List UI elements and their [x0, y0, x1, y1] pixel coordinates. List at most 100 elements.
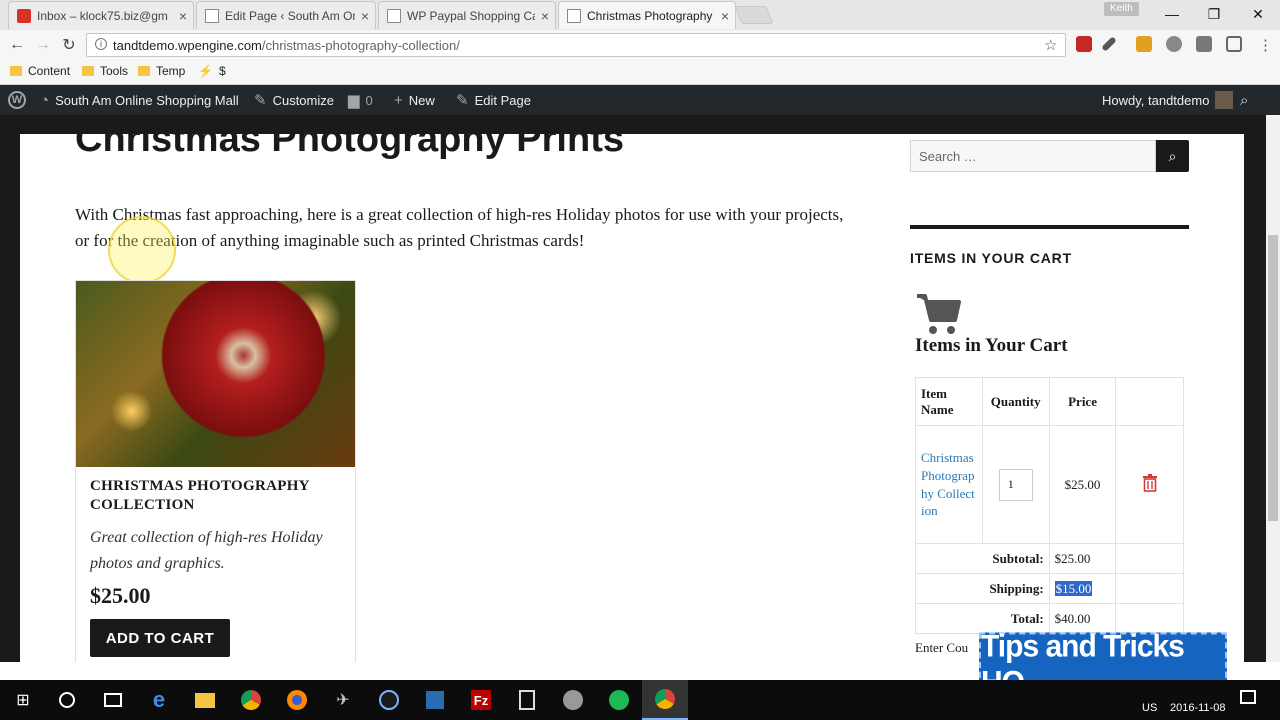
table-header-row: Item Name Quantity Price [915, 377, 1184, 426]
sidebar-divider [910, 225, 1189, 229]
tray-language[interactable]: US [1142, 702, 1157, 714]
wp-admin-bar: W ◔ South Am Online Shopping Mall ✎ Custom… [0, 85, 1280, 115]
coupon-label: Enter Cou [915, 640, 969, 655]
info-icon[interactable]: i [95, 38, 107, 50]
address-bar[interactable]: i tandtdemo.wpengine.com/christmas-photo… [86, 33, 1066, 57]
minimize-icon[interactable]: — [1150, 0, 1194, 28]
brush-icon: ✎ [254, 92, 267, 109]
calculator-icon[interactable] [504, 680, 550, 720]
menu-icon[interactable]: ⋮ [1258, 36, 1273, 54]
cart-table: Item Name Quantity Price Christmas Photo… [915, 377, 1184, 634]
subtotal-value: $25.00 [1048, 543, 1117, 574]
pencil-icon: ✎ [456, 92, 469, 109]
app-icon[interactable]: ✈ [320, 680, 366, 720]
close-window-icon[interactable]: ✕ [1236, 0, 1280, 28]
back-icon[interactable]: ← [6, 34, 28, 56]
folder-icon [138, 66, 150, 76]
product-description: Great collection of high-res Holiday pho… [90, 529, 323, 572]
tab-inbox[interactable]: Inbox – klock75.biz@gm × [8, 1, 194, 29]
rss-icon[interactable] [1136, 36, 1152, 52]
bookmark-dollar[interactable]: ⚡ $ [198, 64, 226, 78]
extension-icon[interactable] [1076, 36, 1092, 52]
task-view-icon[interactable] [90, 680, 136, 720]
page-content: Christmas Photography Prints With Christ… [20, 134, 1244, 662]
edge-icon[interactable]: e [136, 680, 182, 720]
bookmark-tools[interactable]: Tools [82, 64, 128, 78]
add-to-cart-button[interactable]: ADD TO CART [90, 619, 230, 657]
cart-heading: Items in Your Cart [915, 335, 1068, 356]
bolt-icon: ⚡ [198, 64, 213, 78]
tab-wp-paypal[interactable]: WP Paypal Shopping Car × [378, 1, 556, 29]
tab-title: WP Paypal Shopping Car [407, 8, 535, 23]
shipping-value: $15.00 [1054, 580, 1093, 596]
new-tab-button[interactable] [734, 6, 774, 24]
page-icon [387, 8, 401, 23]
table-row: Christmas Photography Collection 1 $25.0… [915, 425, 1184, 544]
filezilla-icon[interactable]: Fz [458, 680, 504, 720]
tab-edit-page[interactable]: Edit Page ‹ South Am On × [196, 1, 376, 29]
close-icon[interactable]: × [541, 8, 549, 24]
dashboard-icon: ◔ [40, 91, 50, 109]
admin-search-icon[interactable]: ⌕ [1240, 85, 1248, 115]
close-icon[interactable]: × [179, 8, 187, 24]
spotify-icon[interactable] [596, 680, 642, 720]
admin-customize[interactable]: ✎ Customize [254, 85, 334, 115]
cortana-icon[interactable] [44, 680, 90, 720]
search-input[interactable]: Search … [910, 140, 1156, 172]
bookmark-content[interactable]: Content [10, 64, 70, 78]
quantity-input[interactable]: 1 [998, 468, 1033, 501]
start-icon[interactable]: ⊞ [0, 680, 46, 720]
firefox-icon[interactable] [274, 680, 320, 720]
profile-badge[interactable]: Keith [1104, 2, 1139, 16]
extension-icon[interactable] [1166, 36, 1182, 52]
scrollbar-thumb[interactable] [1268, 235, 1278, 521]
forward-icon[interactable]: → [32, 34, 54, 56]
app-icon[interactable] [412, 680, 458, 720]
chrome-icon[interactable] [228, 680, 274, 720]
app-icon[interactable] [366, 680, 412, 720]
subtotal-label: Subtotal: [915, 543, 1050, 574]
admin-site-name[interactable]: ◔ South Am Online Shopping Mall [40, 85, 239, 115]
admin-new[interactable]: + New [394, 85, 435, 115]
bookmark-temp[interactable]: Temp [138, 64, 185, 78]
column-header: Item Name [915, 377, 983, 426]
close-icon[interactable]: × [361, 8, 369, 24]
tab-title: Christmas Photography P [587, 8, 715, 23]
column-header: Quantity [981, 377, 1050, 426]
tab-title: Inbox – klock75.biz@gm [37, 8, 168, 23]
product-name[interactable]: CHRISTMAS PHOTOGRAPHY COLLECTION [90, 477, 340, 515]
chrome-active-icon[interactable] [642, 680, 688, 720]
product-card: CHRISTMAS PHOTOGRAPHY COLLECTION Great c… [75, 280, 356, 662]
admin-edit-page[interactable]: ✎ Edit Page [456, 85, 531, 115]
app-icon[interactable] [550, 680, 596, 720]
bookmarks-bar: Content Tools Temp ⚡ $ [0, 60, 1280, 85]
plus-icon: + [394, 91, 403, 109]
tray-clock[interactable]: 2016-11-08 [1170, 702, 1225, 714]
reload-icon[interactable]: ↻ [58, 34, 80, 56]
remove-item-button[interactable] [1115, 425, 1184, 544]
url-path: /christmas-photography-collection/ [261, 37, 460, 53]
product-price: $25.00 [90, 583, 151, 608]
close-icon[interactable]: × [721, 8, 729, 24]
bookmark-star-icon[interactable]: ☆ [1044, 36, 1057, 54]
shopping-cart-icon [917, 294, 961, 334]
search-icon: ⌕ [1168, 147, 1177, 164]
gmail-icon [17, 8, 31, 23]
wp-logo-icon[interactable]: W [8, 85, 26, 115]
admin-howdy[interactable]: Howdy, tandtdemo [1102, 85, 1234, 115]
folder-icon [82, 66, 94, 76]
admin-comments[interactable]: ▆ 0 [348, 85, 373, 115]
restore-icon[interactable]: ❐ [1192, 0, 1236, 28]
product-image[interactable] [76, 281, 355, 467]
cast-icon[interactable] [1226, 36, 1242, 52]
mail-icon[interactable] [1196, 36, 1212, 52]
folder-icon [10, 66, 22, 76]
page-icon [205, 8, 219, 23]
trash-icon [1142, 473, 1157, 492]
search-button[interactable]: ⌕ [1156, 140, 1189, 172]
cart-item-link[interactable]: Christmas Photography Collection [921, 450, 975, 518]
notification-icon[interactable] [1240, 690, 1256, 704]
comment-icon: ▆ [348, 92, 360, 109]
tab-christmas-photography[interactable]: Christmas Photography P × [558, 1, 736, 29]
file-explorer-icon[interactable] [182, 680, 228, 720]
